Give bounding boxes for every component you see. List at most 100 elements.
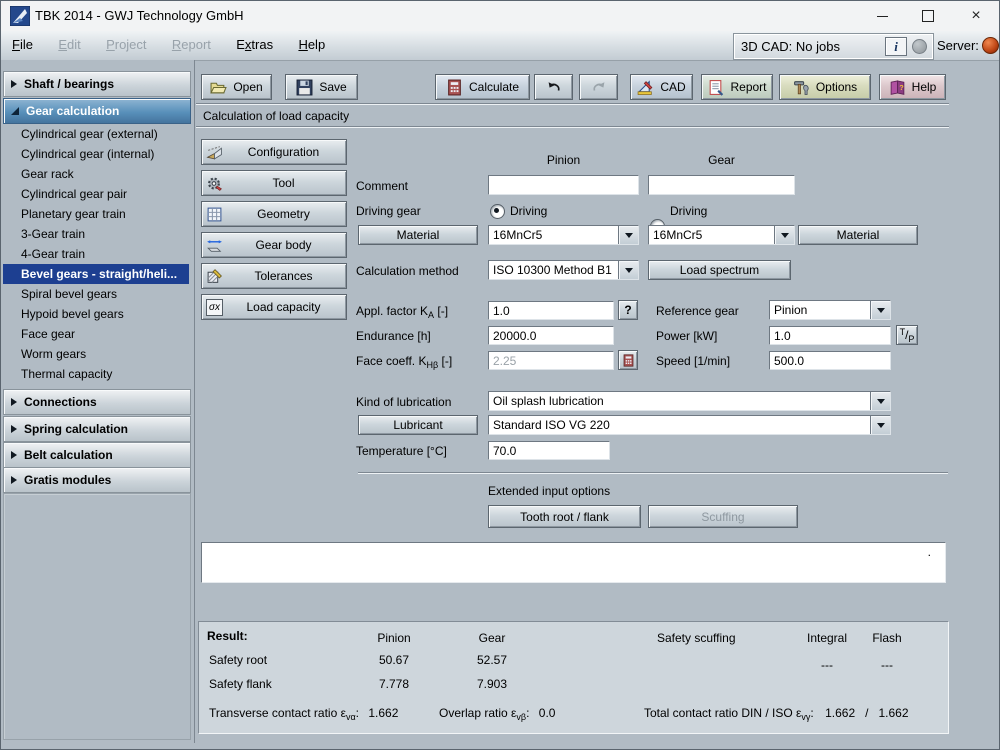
help-button[interactable]: ? Help [879,74,946,100]
tolerances-icon [207,268,222,283]
reference-gear-select[interactable]: Pinion [769,300,891,320]
appl-factor-help-button[interactable]: ? [618,300,638,320]
sidebar-group-gear-calculation[interactable]: Gear calculation [3,98,191,124]
power-input[interactable] [769,326,891,345]
info-button[interactable]: i [885,37,907,56]
scuffing-integral-value: --- [821,658,833,672]
sidebar-group-spring-calculation[interactable]: Spring calculation [3,416,191,442]
sidebar-item-planetary-train[interactable]: Planetary gear train [3,204,189,224]
menu-file[interactable]: File [1,31,44,59]
calculation-method-label: Calculation method [356,264,459,278]
sidebar-item-4-gear-train[interactable]: 4-Gear train [3,244,189,264]
calculator-icon [448,79,461,95]
gear-body-button[interactable]: Gear body [201,232,347,258]
chevron-down-icon[interactable] [870,301,890,319]
lubricant-select[interactable]: Standard ISO VG 220 [488,415,891,435]
chevron-expanded-icon [11,107,19,115]
application-window: TBK 2014 - GWJ Technology GmbH × File Ed… [0,0,1000,750]
geometry-button[interactable]: Geometry [201,201,347,227]
sidebar-item-bevel-gears[interactable]: Bevel gears - straight/heli... [3,264,189,284]
sigma-icon: σx [206,298,223,316]
save-button[interactable]: Save [285,74,358,100]
sidebar-group-gratis-modules[interactable]: Gratis modules [3,467,191,493]
cad-status-text: 3D CAD: No jobs [741,39,840,54]
comment-pinion-input[interactable] [488,175,639,195]
temperature-input[interactable] [488,441,610,460]
sidebar-item-cylindrical-pair[interactable]: Cylindrical gear pair [3,184,189,204]
cad-status-icon [912,39,927,54]
menu-help[interactable]: Help [287,31,336,59]
chevron-down-icon[interactable] [870,416,890,434]
chevron-right-icon [11,398,17,406]
maximize-button[interactable] [905,1,951,31]
sidebar-item-cylindrical-external[interactable]: Cylindrical gear (external) [3,124,189,144]
results-col-scuffing: Safety scuffing [657,631,736,645]
results-col-integral: Integral [806,631,848,645]
message-box: . [201,542,946,583]
sidebar-group-belt-calculation[interactable]: Belt calculation [3,442,191,468]
help-book-icon: ? [890,79,904,95]
chevron-down-icon[interactable] [774,226,794,244]
lubrication-select[interactable]: Oil splash lubrication [488,391,891,411]
close-icon: × [971,7,981,24]
material-gear-select[interactable]: 16MnCr5 [648,225,795,245]
material-gear-button[interactable]: Material [798,225,918,245]
sidebar-item-thermal-capacity[interactable]: Thermal capacity [3,364,189,384]
chevron-down-icon[interactable] [618,226,638,244]
comment-gear-input[interactable] [648,175,795,195]
power-label: Power [kW] [656,329,718,343]
cad-button[interactable]: CAD [630,74,693,100]
sidebar-item-gear-rack[interactable]: Gear rack [3,164,189,184]
material-pinion-button[interactable]: Material [358,225,478,245]
driving-pinion-radio[interactable] [490,204,505,219]
options-button[interactable]: Options [779,74,871,100]
chevron-down-icon[interactable] [870,392,890,410]
load-spectrum-button[interactable]: Load spectrum [648,260,791,280]
undo-button[interactable] [534,74,573,100]
configuration-icon [206,145,222,160]
sidebar-group-shaft-bearings[interactable]: Shaft / bearings [3,71,191,97]
sidebar-item-face-gear[interactable]: Face gear [3,324,189,344]
tool-button[interactable]: Tool [201,170,347,196]
material-pinion-select[interactable]: 16MnCr5 [488,225,639,245]
torque-power-toggle-button[interactable]: T/P [896,325,918,345]
chevron-right-icon [11,451,17,459]
load-capacity-button[interactable]: σx Load capacity [201,294,347,320]
configuration-button[interactable]: Configuration [201,139,347,165]
endurance-input[interactable] [488,326,614,345]
tooth-root-flank-button[interactable]: Tooth root / flank [488,505,641,528]
temperature-label: Temperature [°C] [356,444,447,458]
sidebar-group-connections[interactable]: Connections [3,389,191,415]
sidebar-item-worm-gears[interactable]: Worm gears [3,344,189,364]
undo-icon [548,82,560,91]
divider [196,126,949,128]
chevron-down-icon[interactable] [618,261,638,279]
face-coeff-calc-button[interactable] [618,350,638,370]
appl-factor-input[interactable] [488,301,614,320]
results-title: Result: [207,629,248,643]
appl-factor-label: Appl. factor KA [-] [356,304,449,320]
divider [196,103,949,105]
open-button[interactable]: Open [201,74,272,100]
tolerances-button[interactable]: Tolerances [201,263,347,289]
sidebar-item-cylindrical-internal[interactable]: Cylindrical gear (internal) [3,144,189,164]
app-icon [10,6,30,26]
sidebar-item-spiral-bevel[interactable]: Spiral bevel gears [3,284,189,304]
calculation-method-select[interactable]: ISO 10300 Method B1 [488,260,639,280]
lubricant-button[interactable]: Lubricant [358,415,478,435]
sidebar-item-hypoid-bevel[interactable]: Hypoid bevel gears [3,304,189,324]
speed-input[interactable] [769,351,891,370]
minimize-button[interactable] [859,1,905,31]
section-title: Calculation of load capacity [203,109,350,123]
close-button[interactable]: × [953,1,999,31]
sidebar-item-3-gear-train[interactable]: 3-Gear train [3,224,189,244]
menu-extras[interactable]: Extras [225,31,284,59]
calculator-icon [623,353,633,367]
transverse-ratio: Transverse contact ratio εvα: 1.662 [209,706,399,722]
lubrication-label: Kind of lubrication [356,395,452,409]
calculate-button[interactable]: Calculate [435,74,530,100]
safety-root-label: Safety root [209,653,268,667]
report-button[interactable]: Report [701,74,773,100]
face-coeff-input [488,351,614,370]
tp-icon: T/P [899,326,915,344]
